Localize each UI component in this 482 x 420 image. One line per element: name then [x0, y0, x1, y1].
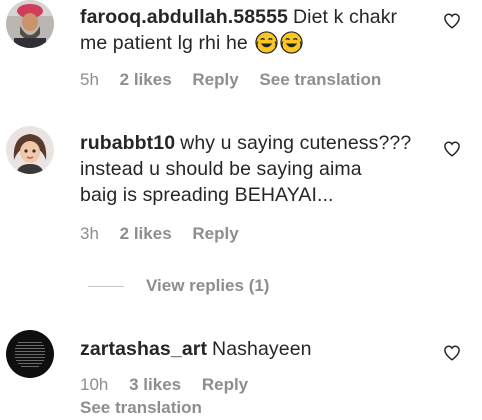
comment-line: Nashayeen — [212, 338, 312, 360]
likes-count[interactable]: 3 likes — [129, 375, 181, 394]
reply-button[interactable]: Reply — [192, 70, 238, 89]
comment-text: rubabbt10 why u saying cuteness??? instea… — [80, 130, 430, 208]
heart-outline-icon[interactable] — [443, 140, 461, 158]
reply-button[interactable]: Reply — [202, 375, 248, 394]
comment-line: me patient lg rhi he — [80, 32, 248, 54]
view-replies-label[interactable]: View replies (1) — [146, 276, 269, 296]
avatar[interactable] — [6, 0, 54, 48]
heart-outline-icon[interactable] — [443, 12, 461, 30]
comment-line: Diet k chakr — [293, 6, 398, 28]
comment-line: why u saying cuteness??? — [180, 132, 412, 154]
reply-button[interactable]: Reply — [192, 224, 238, 243]
timestamp: 5h — [80, 70, 99, 89]
comment-text: farooq.abdullah.58555 Diet k chakr me pat… — [80, 4, 430, 56]
avatar[interactable] — [6, 126, 54, 174]
see-translation-button[interactable]: See translation — [80, 398, 202, 418]
likes-count[interactable]: 2 likes — [120, 224, 172, 243]
timestamp: 10h — [80, 375, 109, 394]
comment-item: farooq.abdullah.58555 Diet k chakr me pat… — [0, 0, 482, 100]
heart-outline-icon[interactable] — [443, 344, 461, 362]
divider — [88, 285, 124, 287]
comment-meta: 3h 2 likes Reply — [80, 224, 255, 244]
username[interactable]: zartashas_art — [80, 338, 207, 360]
view-replies-button[interactable]: View replies (1) — [88, 276, 269, 296]
comment-line: instead u should be saying aima — [80, 158, 362, 180]
comment-meta: 10h 3 likes Reply — [80, 375, 264, 395]
see-translation-button[interactable]: See translation — [259, 70, 381, 89]
face-with-tears-of-joy-icon — [280, 31, 304, 54]
comment-line: baig is spreading BEHAYAI... — [80, 184, 334, 206]
timestamp: 3h — [80, 224, 99, 243]
avatar[interactable] — [6, 330, 54, 378]
face-with-tears-of-joy-icon — [255, 31, 279, 54]
comment-text: zartashas_art Nashayeen — [80, 336, 430, 362]
comment-item: zartashas_art Nashayeen 10h 3 likes Reply… — [0, 330, 482, 420]
comment-item: rubabbt10 why u saying cuteness??? instea… — [0, 120, 482, 260]
username[interactable]: farooq.abdullah.58555 — [80, 6, 288, 28]
likes-count[interactable]: 2 likes — [120, 70, 172, 89]
comment-meta: 5h 2 likes Reply See translation — [80, 70, 397, 90]
username[interactable]: rubabbt10 — [80, 132, 175, 154]
